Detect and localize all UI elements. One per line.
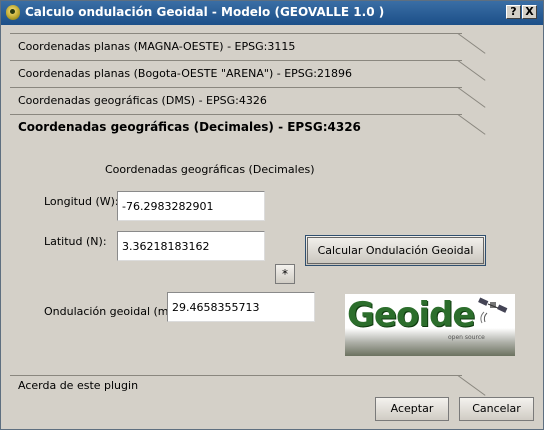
page-title: Coordenadas geográficas (Decimales): [105, 163, 315, 176]
section-bogota-oeste[interactable]: Coordenadas planas (Bogota-OESTE "ARENA"…: [10, 60, 538, 87]
help-button[interactable]: ?: [506, 5, 521, 19]
ondulacion-output[interactable]: 29.4658355713: [167, 292, 315, 322]
ondulacion-label: Ondulación geoidal (m):: [44, 305, 177, 318]
section-divider-slant: [457, 60, 486, 81]
title-bar[interactable]: Calculo ondulación Geoidal - Modelo (GEO…: [1, 1, 543, 25]
section-label: Coordenadas planas (MAGNA-OESTE) - EPSG:…: [18, 40, 296, 53]
section-magna-oeste[interactable]: Coordenadas planas (MAGNA-OESTE) - EPSG:…: [10, 33, 538, 60]
section-divider: [10, 114, 462, 115]
longitud-label: Longitud (W):: [44, 195, 119, 208]
section-label: Coordenadas planas (Bogota-OESTE "ARENA"…: [18, 67, 353, 80]
section-label: Coordenadas geográficas (DMS) - EPSG:432…: [18, 94, 267, 107]
longitud-input[interactable]: -76.2983282901: [117, 191, 265, 221]
section-divider: [10, 60, 462, 61]
about-plugin-label: Acerda de este plugin: [18, 379, 139, 392]
section-divider: [10, 375, 462, 376]
geoide-logo: Geoide open source: [345, 294, 515, 356]
window-title: Calculo ondulación Geoidal - Modelo (GEO…: [25, 5, 385, 19]
star-button[interactable]: *: [275, 264, 295, 284]
latitud-label: Latitud (N):: [44, 235, 107, 248]
section-divider-slant: [457, 33, 486, 54]
section-geograficas-decimales[interactable]: Coordenadas geográficas (Decimales) - EP…: [10, 114, 538, 141]
section-divider: [10, 33, 462, 34]
calcular-ondulacion-button[interactable]: Calcular Ondulación Geoidal: [305, 235, 486, 266]
dialog-content: Coordenadas planas (MAGNA-OESTE) - EPSG:…: [2, 25, 542, 429]
latitud-input[interactable]: 3.36218183162: [117, 231, 265, 261]
section-divider: [10, 87, 462, 88]
decimales-page: Coordenadas geográficas (Decimales) Long…: [10, 139, 538, 377]
cancel-button[interactable]: Cancelar: [459, 397, 534, 421]
geoide-logo-subtext: open source: [448, 334, 485, 341]
close-button[interactable]: X: [522, 5, 537, 19]
section-divider-slant: [457, 375, 486, 396]
section-divider-slant: [457, 87, 486, 108]
section-label: Coordenadas geográficas (Decimales) - EP…: [18, 120, 361, 134]
geoide-logo-text: Geoide: [347, 295, 475, 335]
section-geograficas-dms[interactable]: Coordenadas geográficas (DMS) - EPSG:432…: [10, 87, 538, 114]
section-divider-slant: [457, 114, 486, 135]
satellite-icon: [478, 297, 508, 324]
dialog-window: Calculo ondulación Geoidal - Modelo (GEO…: [0, 0, 544, 430]
accept-button[interactable]: Aceptar: [375, 397, 449, 421]
qgis-app-icon: [6, 5, 20, 20]
